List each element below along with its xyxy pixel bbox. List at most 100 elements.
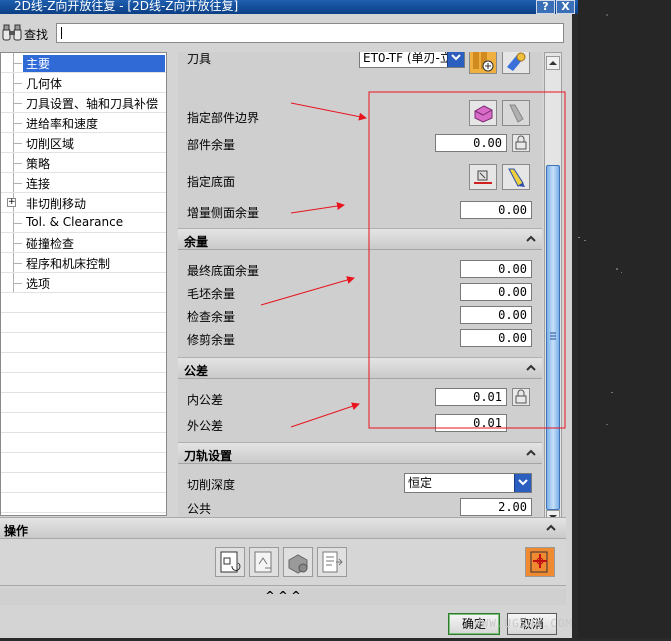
operations-group-header[interactable]: 操作 bbox=[0, 517, 566, 539]
tool-dropdown[interactable]: ET0-TF (单刃-立 bbox=[359, 52, 465, 68]
part-stock-label: 部件余量 bbox=[187, 138, 236, 152]
tree-item-geometry[interactable]: 几何体 bbox=[1, 73, 166, 93]
chevron-up-icon[interactable] bbox=[524, 361, 538, 375]
toolpath-group-header[interactable]: 刀轨设置 bbox=[178, 442, 542, 464]
tree-item-program-machine[interactable]: 程序和机床控制 bbox=[1, 253, 166, 273]
tree-empty-row bbox=[1, 493, 166, 513]
operations-group-title: 操作 bbox=[4, 524, 29, 538]
tree-empty-row bbox=[1, 453, 166, 473]
tree-item-main[interactable]: 主要 bbox=[1, 53, 166, 73]
part-stock-input[interactable]: 0.00 bbox=[435, 134, 507, 152]
lock-icon[interactable] bbox=[512, 134, 530, 152]
tolerance-group-title: 公差 bbox=[184, 364, 209, 378]
intol-input[interactable]: 0.01 bbox=[435, 388, 507, 406]
blank-stock-input[interactable]: 0.00 bbox=[460, 283, 532, 301]
find-bar: 查找 bbox=[0, 22, 572, 46]
chevron-down-icon[interactable] bbox=[514, 474, 531, 492]
check-stock-input[interactable]: 0.00 bbox=[460, 306, 532, 324]
tree-item-label: 进给率和速度 bbox=[26, 117, 99, 131]
display-boundary-icon[interactable] bbox=[502, 100, 530, 126]
tree-item-label: 碰撞检查 bbox=[26, 237, 75, 251]
close-button[interactable]: X bbox=[556, 0, 575, 14]
stock-group-title: 余量 bbox=[184, 235, 209, 249]
common-depth-label: 公共 bbox=[187, 502, 212, 516]
tree-item-label: 主要 bbox=[23, 55, 165, 72]
search-input[interactable] bbox=[56, 23, 564, 43]
tree-item-label: 几何体 bbox=[26, 77, 63, 91]
select-boundary-icon[interactable] bbox=[469, 100, 497, 126]
window-title-bar: 2D线-Z向开放往复 - [2D线-Z向开放往复] bbox=[0, 0, 578, 14]
tree-expander[interactable]: + bbox=[7, 198, 16, 207]
final-floor-stock-label: 最终底面余量 bbox=[187, 264, 260, 278]
final-floor-stock-input[interactable]: 0.00 bbox=[460, 260, 532, 278]
cut-depth-label: 切削深度 bbox=[187, 478, 236, 492]
display-floor-icon[interactable] bbox=[502, 164, 530, 190]
toolpath-group-title: 刀轨设置 bbox=[184, 449, 233, 463]
background-area bbox=[578, 0, 671, 638]
tree-item-feeds-speeds[interactable]: 进给率和速度 bbox=[1, 113, 166, 133]
tool-value: ET0-TF (单刃-立 bbox=[363, 52, 452, 65]
tree-item-tool-axis[interactable]: 刀具设置、轴和刀具补偿 bbox=[1, 93, 166, 113]
operation-dialog: 查找 主要 几何体 刀具设置、轴和刀具补偿 进给率和速度 切削区域 策略 连接 … bbox=[0, 14, 572, 638]
cut-depth-value: 恒定 bbox=[408, 476, 433, 490]
tree-empty-row bbox=[1, 473, 166, 493]
select-floor-icon[interactable] bbox=[469, 164, 497, 190]
incremental-side-stock-input[interactable]: 0.00 bbox=[460, 201, 532, 219]
cut-depth-dropdown[interactable]: 恒定 bbox=[404, 473, 532, 493]
chevron-up-icon[interactable] bbox=[524, 446, 538, 460]
generate-icon[interactable] bbox=[215, 547, 245, 577]
tree-empty-row bbox=[1, 373, 166, 393]
lock-icon[interactable] bbox=[512, 388, 530, 406]
help-button[interactable]: ? bbox=[536, 0, 555, 14]
tree-empty-row bbox=[1, 353, 166, 373]
tree-item-options[interactable]: 选项 bbox=[1, 273, 166, 293]
tree-empty-row bbox=[1, 293, 166, 313]
trim-stock-input[interactable]: 0.00 bbox=[460, 329, 532, 347]
tree-empty-row bbox=[1, 393, 166, 413]
check-stock-label: 检查余量 bbox=[187, 310, 236, 324]
tree-item-connections[interactable]: 连接 bbox=[1, 173, 166, 193]
operations-toolbar bbox=[0, 539, 566, 586]
scroll-thumb[interactable] bbox=[546, 165, 560, 510]
tree-item-tol-clearance[interactable]: Tol. & Clearance bbox=[1, 213, 166, 233]
navigation-tree: 主要 几何体 刀具设置、轴和刀具补偿 进给率和速度 切削区域 策略 连接 + 非 bbox=[0, 52, 167, 516]
tree-empty-row bbox=[1, 313, 166, 333]
edit-tool-icon[interactable] bbox=[502, 52, 530, 74]
tree-item-strategy[interactable]: 策略 bbox=[1, 153, 166, 173]
tree-empty-row bbox=[1, 333, 166, 353]
tree-item-label: 选项 bbox=[26, 277, 51, 291]
tree-empty-row bbox=[1, 433, 166, 453]
outtol-input[interactable]: 0.01 bbox=[435, 414, 507, 432]
tree-item-non-cutting[interactable]: + 非切削移动 bbox=[1, 193, 166, 213]
replay-icon[interactable] bbox=[249, 547, 279, 577]
scroll-up-button[interactable] bbox=[546, 56, 560, 70]
incremental-side-stock-label: 增量侧面余量 bbox=[187, 206, 260, 220]
chevron-up-icon[interactable] bbox=[544, 521, 558, 535]
tree-item-label: 策略 bbox=[26, 157, 51, 171]
panel-scrollbar[interactable] bbox=[544, 52, 562, 526]
chevron-up-icon[interactable] bbox=[524, 232, 538, 246]
stock-group-header[interactable]: 余量 bbox=[178, 228, 542, 250]
verify-icon[interactable] bbox=[283, 547, 313, 577]
find-label: 查找 bbox=[24, 28, 49, 42]
blank-stock-label: 毛坯余量 bbox=[187, 287, 236, 301]
parameter-panel: 刀具 ET0-TF (单刃-立 指定部件边界 部件余量 0.00 指定底面 增量… bbox=[178, 52, 542, 526]
tree-item-label: 连接 bbox=[26, 177, 51, 191]
chevron-down-icon[interactable] bbox=[447, 52, 464, 67]
watermark: WWW.UGSNX.COM bbox=[474, 617, 574, 630]
new-tool-icon[interactable] bbox=[469, 52, 497, 74]
list-icon[interactable] bbox=[317, 547, 347, 577]
tree-item-label: 非切削移动 bbox=[26, 197, 87, 211]
tree-item-collision[interactable]: 碰撞检查 bbox=[1, 233, 166, 253]
tolerance-group-header[interactable]: 公差 bbox=[178, 357, 542, 379]
specify-floor-label: 指定底面 bbox=[187, 175, 236, 189]
outtol-label: 外公差 bbox=[187, 419, 224, 433]
path-icon[interactable] bbox=[525, 547, 555, 577]
tree-item-cut-area[interactable]: 切削区域 bbox=[1, 133, 166, 153]
trim-stock-label: 修剪余量 bbox=[187, 333, 236, 347]
expand-more-bar[interactable]: ^ ^ ^ bbox=[0, 589, 566, 605]
tree-item-label: 刀具设置、轴和刀具补偿 bbox=[26, 97, 159, 111]
tree-item-label: 程序和机床控制 bbox=[26, 257, 111, 271]
common-depth-input[interactable]: 2.00 bbox=[460, 498, 532, 516]
intol-label: 内公差 bbox=[187, 393, 224, 407]
